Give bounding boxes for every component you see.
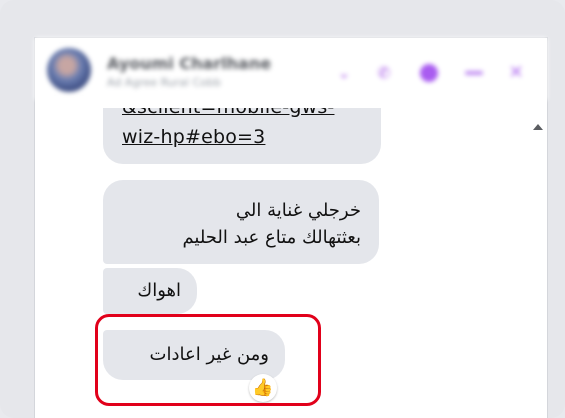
highlight-box <box>95 314 321 406</box>
contact-status: Ad Agree Rural Cobb <box>107 76 221 89</box>
scroll-up-arrow-icon[interactable] <box>533 124 543 130</box>
message-bubble[interactable]: اهواك <box>103 268 197 314</box>
video-call-icon[interactable] <box>420 64 438 82</box>
scrollbar[interactable] <box>527 108 547 418</box>
message-bubble[interactable]: خرجلي غناية الي بعثتهالك متاع عبد الحليم <box>103 180 379 264</box>
contact-name[interactable]: Ayoumi Charlhane <box>107 54 271 73</box>
screenshot-frame: Ayoumi Charlhane Ad Agree Rural Cobb ⌄ ✆… <box>0 0 565 418</box>
message-text: خرجلي غناية الي <box>235 200 361 221</box>
message-bubble-link[interactable]: &sclient=mobile-gws- wiz-hp#ebo=3 <box>103 108 381 164</box>
close-icon[interactable]: ✕ <box>507 64 525 82</box>
minimize-icon[interactable] <box>465 71 483 75</box>
avatar[interactable] <box>47 48 91 92</box>
message-link-line[interactable]: wiz-hp#ebo=3 <box>122 124 265 150</box>
phone-icon[interactable]: ✆ <box>375 64 393 82</box>
message-text: اهواك <box>137 280 181 301</box>
chat-header: Ayoumi Charlhane Ad Agree Rural Cobb ⌄ ✆… <box>35 38 547 100</box>
message-link-line[interactable]: &sclient=mobile-gws- <box>122 108 334 120</box>
message-text: بعثتهالك متاع عبد الحليم <box>182 227 361 248</box>
chevron-down-icon[interactable]: ⌄ <box>335 64 353 82</box>
